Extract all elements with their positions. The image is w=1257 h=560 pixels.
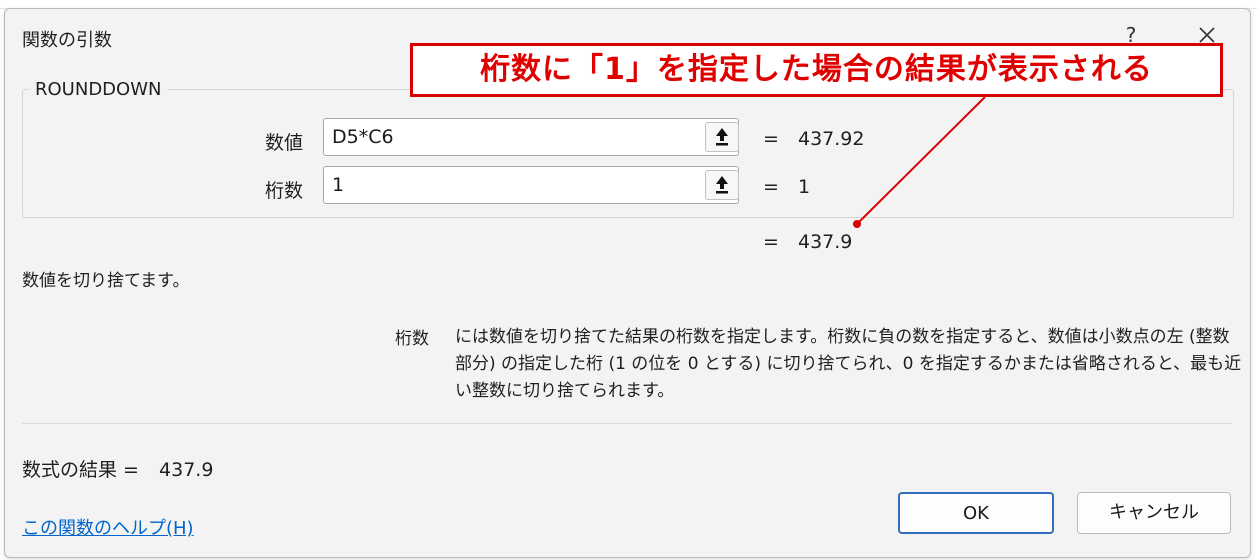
arg-label-number: 数値 bbox=[264, 132, 303, 154]
function-name: ROUNDDOWN bbox=[29, 79, 168, 100]
digits-range-select-button[interactable] bbox=[705, 170, 739, 200]
digits-input[interactable]: 1 bbox=[323, 166, 739, 204]
number-input[interactable]: D5*C6 bbox=[323, 118, 739, 156]
arg-label-digits: 桁数 bbox=[264, 180, 303, 202]
formula-result-label: 数式の結果 = bbox=[22, 459, 139, 481]
function-result-value: 437.9 bbox=[798, 231, 853, 253]
function-help-link[interactable]: この関数のヘルプ(H) bbox=[22, 514, 194, 540]
annotation-callout: 桁数に「1」を指定した場合の結果が表示される bbox=[410, 43, 1223, 97]
ok-button[interactable]: OK bbox=[898, 492, 1054, 534]
param-description-name: 桁数 bbox=[395, 329, 429, 349]
number-eq-sign: = bbox=[763, 128, 779, 150]
function-description: 数値を切り捨てます。 bbox=[22, 271, 190, 291]
number-range-select-button[interactable] bbox=[705, 122, 739, 152]
close-icon bbox=[1199, 27, 1215, 43]
param-description-text: には数値を切り捨てた結果の桁数を指定します。桁数に負の数を指定すると、数値は小数… bbox=[455, 327, 1242, 401]
cancel-button[interactable]: キャンセル bbox=[1077, 492, 1231, 534]
digits-evaluated-value: 1 bbox=[798, 176, 811, 198]
collapse-dialog-icon bbox=[716, 176, 728, 194]
dialog-title: 関数の引数 bbox=[22, 30, 112, 51]
number-evaluated-value: 437.92 bbox=[798, 128, 865, 150]
collapse-dialog-icon bbox=[716, 128, 728, 146]
number-input-value: D5*C6 bbox=[332, 126, 394, 148]
digits-input-value: 1 bbox=[332, 174, 345, 196]
formula-result-value: 437.9 bbox=[159, 459, 214, 481]
function-result-eq-sign: = bbox=[763, 231, 779, 253]
digits-eq-sign: = bbox=[763, 176, 779, 198]
divider bbox=[22, 423, 1232, 424]
formula-result: 数式の結果 = 437.9 bbox=[22, 455, 213, 482]
